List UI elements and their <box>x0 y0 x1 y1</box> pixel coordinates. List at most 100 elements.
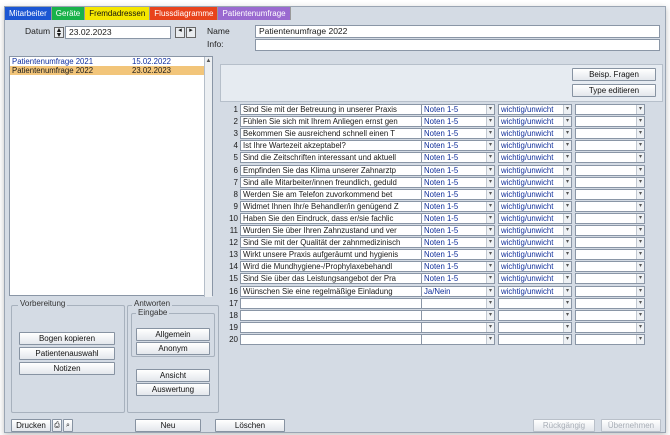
answer-type-select[interactable]: Noten 1-5 ▾ <box>421 152 495 164</box>
weight-select[interactable]: wichtig/unwicht ▾ <box>498 128 572 140</box>
chevron-down-icon[interactable]: ▾ <box>486 226 494 235</box>
question-text-field[interactable]: Sind alle Mitarbeiter/innen freundlich, … <box>240 176 433 188</box>
question-text-field[interactable]: Sind Sie mit der Betreuung in unserer Pr… <box>240 104 433 115</box>
answer-type-select[interactable]: Noten 1-5 ▾ <box>421 212 495 224</box>
chevron-down-icon[interactable]: ▾ <box>486 298 494 308</box>
chevron-down-icon[interactable]: ▾ <box>636 153 644 163</box>
extra-select[interactable]: ▾ <box>575 116 645 128</box>
extra-select[interactable]: ▾ <box>575 176 645 188</box>
extra-select[interactable]: ▾ <box>575 200 645 212</box>
question-text-field[interactable]: Sind Sie über das Leistungsangebot der P… <box>240 273 433 285</box>
chevron-down-icon[interactable]: ▾ <box>636 105 644 114</box>
chevron-down-icon[interactable]: ▾ <box>563 262 571 272</box>
extra-select[interactable]: ▾ <box>575 212 645 224</box>
question-text-field[interactable]: Fühlen Sie sich mit Ihrem Anliegen ernst… <box>240 116 433 128</box>
answer-type-select[interactable]: Noten 1-5 ▾ <box>421 104 495 115</box>
chevron-down-icon[interactable]: ▾ <box>636 165 644 175</box>
chevron-down-icon[interactable]: ▾ <box>486 274 494 284</box>
question-text-field[interactable]: Wurden Sie über Ihren Zahnzustand und ve… <box>240 225 433 236</box>
weight-select[interactable]: ▾ <box>498 297 572 309</box>
patientenauswahl-button[interactable]: Patientenauswahl <box>19 347 115 360</box>
chevron-down-icon[interactable]: ▾ <box>563 141 571 151</box>
chevron-down-icon[interactable]: ▾ <box>486 310 494 320</box>
weight-select[interactable]: ▾ <box>498 309 572 321</box>
answer-type-select[interactable]: Ja/Nein ▾ <box>421 285 495 297</box>
tab-flussdiagramme[interactable]: Flussdiagramme <box>150 7 219 20</box>
uebernehmen-button[interactable]: Übernehmen <box>601 419 661 432</box>
chevron-down-icon[interactable]: ▾ <box>636 298 644 308</box>
question-text-field[interactable] <box>240 333 433 345</box>
answer-type-select[interactable]: Noten 1-5 ▾ <box>421 128 495 140</box>
ansicht-button[interactable]: Ansicht <box>136 369 210 382</box>
chevron-down-icon[interactable]: ▾ <box>636 213 644 223</box>
question-text-field[interactable]: Wünschen Sie eine regelmäßige Einladung <box>240 285 433 297</box>
answer-type-select[interactable]: ▾ <box>421 333 495 345</box>
answer-type-select[interactable]: ▾ <box>421 297 495 309</box>
list-item[interactable]: Patientenumfrage 2021 15.02.2022 <box>10 57 212 66</box>
answer-type-select[interactable]: Noten 1-5 ▾ <box>421 140 495 152</box>
chevron-down-icon[interactable]: ▾ <box>563 250 571 260</box>
question-text-field[interactable]: Sind die Zeitschriften interessant und a… <box>240 152 433 164</box>
weight-select[interactable]: wichtig/unwicht ▾ <box>498 116 572 128</box>
chevron-down-icon[interactable]: ▾ <box>486 213 494 223</box>
question-text-field[interactable] <box>240 297 433 309</box>
chevron-down-icon[interactable]: ▾ <box>486 129 494 139</box>
question-text-field[interactable]: Sind Sie mit der Qualität der zahnmedizi… <box>240 237 433 249</box>
weight-select[interactable]: wichtig/unwicht ▾ <box>498 152 572 164</box>
printer-icon[interactable]: ⎙ <box>52 419 62 432</box>
chevron-down-icon[interactable]: ▾ <box>563 310 571 320</box>
weight-select[interactable]: wichtig/unwicht ▾ <box>498 285 572 297</box>
answer-type-select[interactable]: Noten 1-5 ▾ <box>421 237 495 249</box>
chevron-down-icon[interactable]: ▾ <box>636 262 644 272</box>
chevron-down-icon[interactable]: ▾ <box>563 274 571 284</box>
question-text-field[interactable]: Werden Sie am Telefon zuvorkommend bet <box>240 188 433 200</box>
extra-select[interactable]: ▾ <box>575 297 645 309</box>
tab-geraete[interactable]: Geräte <box>51 7 86 20</box>
chevron-down-icon[interactable]: ▾ <box>636 201 644 211</box>
name-field[interactable]: Patientenumfrage 2022 <box>255 25 660 38</box>
question-text-field[interactable]: Wird die Mundhygiene-/Prophylaxebehandl <box>240 261 433 273</box>
weight-select[interactable]: wichtig/unwicht ▾ <box>498 176 572 188</box>
answer-type-select[interactable]: Noten 1-5 ▾ <box>421 249 495 261</box>
chevron-down-icon[interactable]: ▾ <box>563 177 571 187</box>
anonym-button[interactable]: Anonym <box>136 342 210 355</box>
info-field[interactable] <box>255 39 660 51</box>
answer-type-select[interactable]: Noten 1-5 ▾ <box>421 176 495 188</box>
chevron-down-icon[interactable]: ▾ <box>563 334 571 344</box>
list-scrollbar[interactable]: ▲ <box>204 57 212 297</box>
rueckgaengig-button[interactable]: Rückgängig <box>533 419 595 432</box>
answer-type-select[interactable]: Noten 1-5 ▾ <box>421 273 495 285</box>
extra-select[interactable]: ▾ <box>575 164 645 176</box>
chevron-down-icon[interactable]: ▾ <box>486 262 494 272</box>
chevron-down-icon[interactable]: ▾ <box>563 226 571 235</box>
chevron-down-icon[interactable]: ▾ <box>563 105 571 114</box>
chevron-down-icon[interactable]: ▾ <box>486 105 494 114</box>
chevron-down-icon[interactable]: ▾ <box>486 117 494 127</box>
extra-select[interactable]: ▾ <box>575 285 645 297</box>
chevron-down-icon[interactable]: ▾ <box>563 298 571 308</box>
extra-select[interactable]: ▾ <box>575 104 645 115</box>
tab-mitarbeiter[interactable]: Mitarbeiter <box>5 7 52 20</box>
chevron-down-icon[interactable]: ▾ <box>563 286 571 296</box>
chevron-down-icon[interactable]: ▾ <box>636 117 644 127</box>
chevron-down-icon[interactable]: ▾ <box>636 322 644 332</box>
chevron-down-icon[interactable]: ▾ <box>486 334 494 344</box>
tab-fremdadressen[interactable]: Fremdadressen <box>85 7 151 20</box>
question-text-field[interactable] <box>240 321 433 333</box>
extra-select[interactable]: ▾ <box>575 128 645 140</box>
answer-type-select[interactable]: Noten 1-5 ▾ <box>421 164 495 176</box>
date-next-icon[interactable]: ▸ <box>186 27 196 38</box>
chevron-down-icon[interactable]: ▾ <box>486 189 494 199</box>
chevron-down-icon[interactable]: ▾ <box>486 322 494 332</box>
extra-select[interactable]: ▾ <box>575 152 645 164</box>
chevron-down-icon[interactable]: ▾ <box>486 153 494 163</box>
datum-field[interactable]: 23.02.2023 <box>65 26 171 39</box>
weight-select[interactable]: wichtig/unwicht ▾ <box>498 261 572 273</box>
type-editieren-button[interactable]: Type editieren <box>572 84 656 97</box>
chevron-down-icon[interactable]: ▾ <box>563 213 571 223</box>
drucken-button[interactable]: Drucken <box>11 419 51 432</box>
chevron-down-icon[interactable]: ▾ <box>563 189 571 199</box>
chevron-down-icon[interactable]: ▾ <box>486 141 494 151</box>
answer-type-select[interactable]: Noten 1-5 ▾ <box>421 225 495 236</box>
tab-patientenumfrage[interactable]: Patientenumfrage <box>218 7 291 20</box>
